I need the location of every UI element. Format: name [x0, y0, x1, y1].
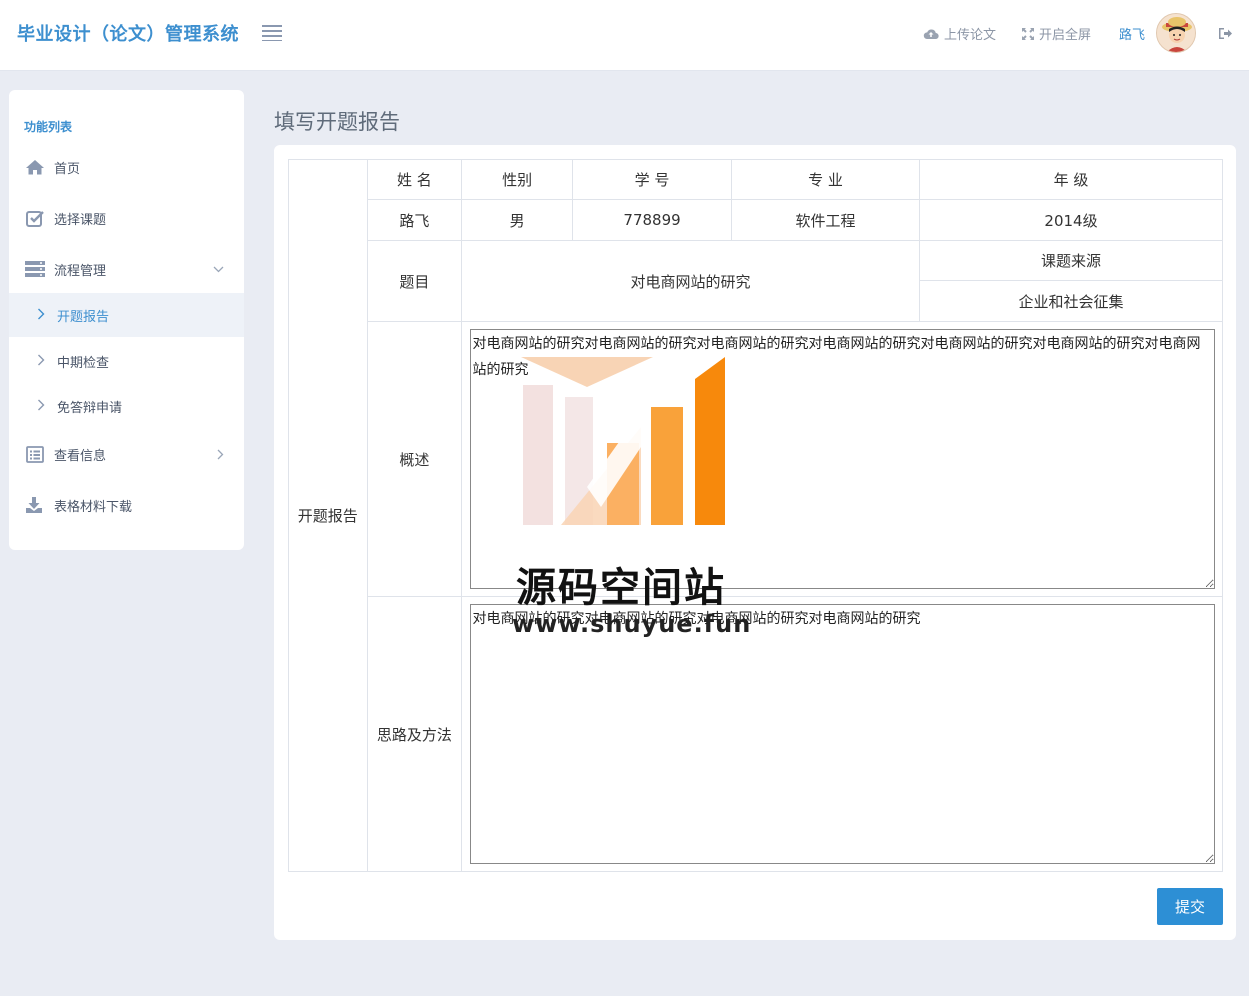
sidebar-title: 功能列表 — [24, 120, 73, 134]
sidebar-subitem-midterm[interactable]: 中期检查 — [9, 339, 244, 383]
source-value: 企业和社会征集 — [919, 280, 1223, 322]
method-textarea[interactable]: 对电商网站的研究对电商网站的研究对电商网站的研究对电商网站的研究 — [469, 604, 1215, 864]
topic-label: 题目 — [366, 240, 463, 322]
value-grade: 2014级 — [919, 199, 1223, 241]
chevron-down-icon — [213, 266, 224, 273]
method-label: 思路及方法 — [366, 596, 463, 872]
sidebar: 功能列表 首页 选择课题 流程管理 开题报告 中期检查 免答辩申请 查看信息 表… — [9, 90, 244, 550]
header-gender: 性别 — [461, 159, 574, 200]
sidebar-item-label: 表格材料下载 — [54, 499, 133, 515]
sidebar-item-label: 流程管理 — [54, 263, 107, 279]
value-student-id: 778899 — [572, 199, 733, 241]
user-menu[interactable]: 路飞 — [1119, 24, 1145, 43]
fullscreen-button[interactable]: 开启全屏 — [1022, 24, 1091, 43]
value-gender: 男 — [461, 199, 574, 241]
header-major: 专 业 — [731, 159, 921, 200]
cloud-upload-icon — [923, 28, 939, 39]
fullscreen-label: 开启全屏 — [1039, 28, 1092, 43]
header-student-id: 学 号 — [572, 159, 733, 200]
sidebar-item-label: 查看信息 — [54, 448, 107, 464]
proposal-side-label: 开题报告 — [288, 159, 368, 872]
sidebar-subitem-label: 免答辩申请 — [57, 400, 123, 416]
sidebar-subitem-label: 中期检查 — [57, 355, 110, 371]
page-title: 填写开题报告 — [274, 110, 400, 134]
avatar[interactable] — [1156, 13, 1196, 53]
summary-label: 概述 — [366, 321, 463, 597]
sidebar-item-label: 首页 — [54, 161, 81, 177]
chevron-right-icon — [37, 354, 49, 369]
menu-toggle-icon[interactable] — [262, 25, 282, 41]
sidebar-item-process[interactable]: 流程管理 — [9, 247, 244, 291]
expand-icon — [1022, 27, 1034, 40]
submit-button[interactable]: 提交 — [1157, 888, 1223, 925]
logout-icon[interactable] — [1218, 27, 1232, 40]
server-icon — [24, 260, 46, 278]
upload-thesis-label: 上传论文 — [944, 28, 997, 43]
top-header: 毕业设计（论文）管理系统 上传论文 开启全屏 路飞 — [0, 0, 1249, 71]
sidebar-item-home[interactable]: 首页 — [9, 145, 244, 189]
list-icon — [24, 445, 46, 463]
summary-textarea[interactable]: 对电商网站的研究对电商网站的研究对电商网站的研究对电商网站的研究对电商网站的研究… — [469, 329, 1215, 589]
sidebar-subitem-proposal[interactable]: 开题报告 — [9, 293, 244, 337]
home-icon — [24, 158, 46, 176]
sidebar-item-label: 选择课题 — [54, 212, 107, 228]
topic-value: 对电商网站的研究 — [461, 240, 921, 322]
user-name: 路飞 — [1119, 28, 1146, 43]
value-major: 软件工程 — [731, 199, 921, 241]
content-panel: 开题报告 姓 名 性别 学 号 专 业 年 级 路飞 男 778899 软件工程… — [274, 145, 1236, 940]
sidebar-subitem-defense-exempt[interactable]: 免答辩申请 — [9, 384, 244, 428]
sidebar-item-downloads[interactable]: 表格材料下载 — [9, 483, 244, 527]
value-name: 路飞 — [366, 199, 463, 241]
download-icon — [24, 496, 46, 514]
chevron-right-icon — [217, 449, 224, 460]
chevron-right-icon — [37, 399, 49, 414]
checkbox-icon — [24, 209, 46, 227]
sidebar-item-view-info[interactable]: 查看信息 — [9, 432, 244, 476]
sidebar-item-select-topic[interactable]: 选择课题 — [9, 196, 244, 240]
upload-thesis-button[interactable]: 上传论文 — [923, 24, 996, 43]
app-title: 毕业设计（论文）管理系统 — [17, 24, 239, 45]
sidebar-subitem-label: 开题报告 — [57, 309, 110, 325]
proposal-form-table: 开题报告 姓 名 性别 学 号 专 业 年 级 路飞 男 778899 软件工程… — [288, 159, 1223, 872]
header-grade: 年 级 — [919, 159, 1223, 200]
header-name: 姓 名 — [366, 159, 463, 200]
source-label: 课题来源 — [919, 240, 1223, 281]
chevron-right-icon — [37, 308, 49, 323]
